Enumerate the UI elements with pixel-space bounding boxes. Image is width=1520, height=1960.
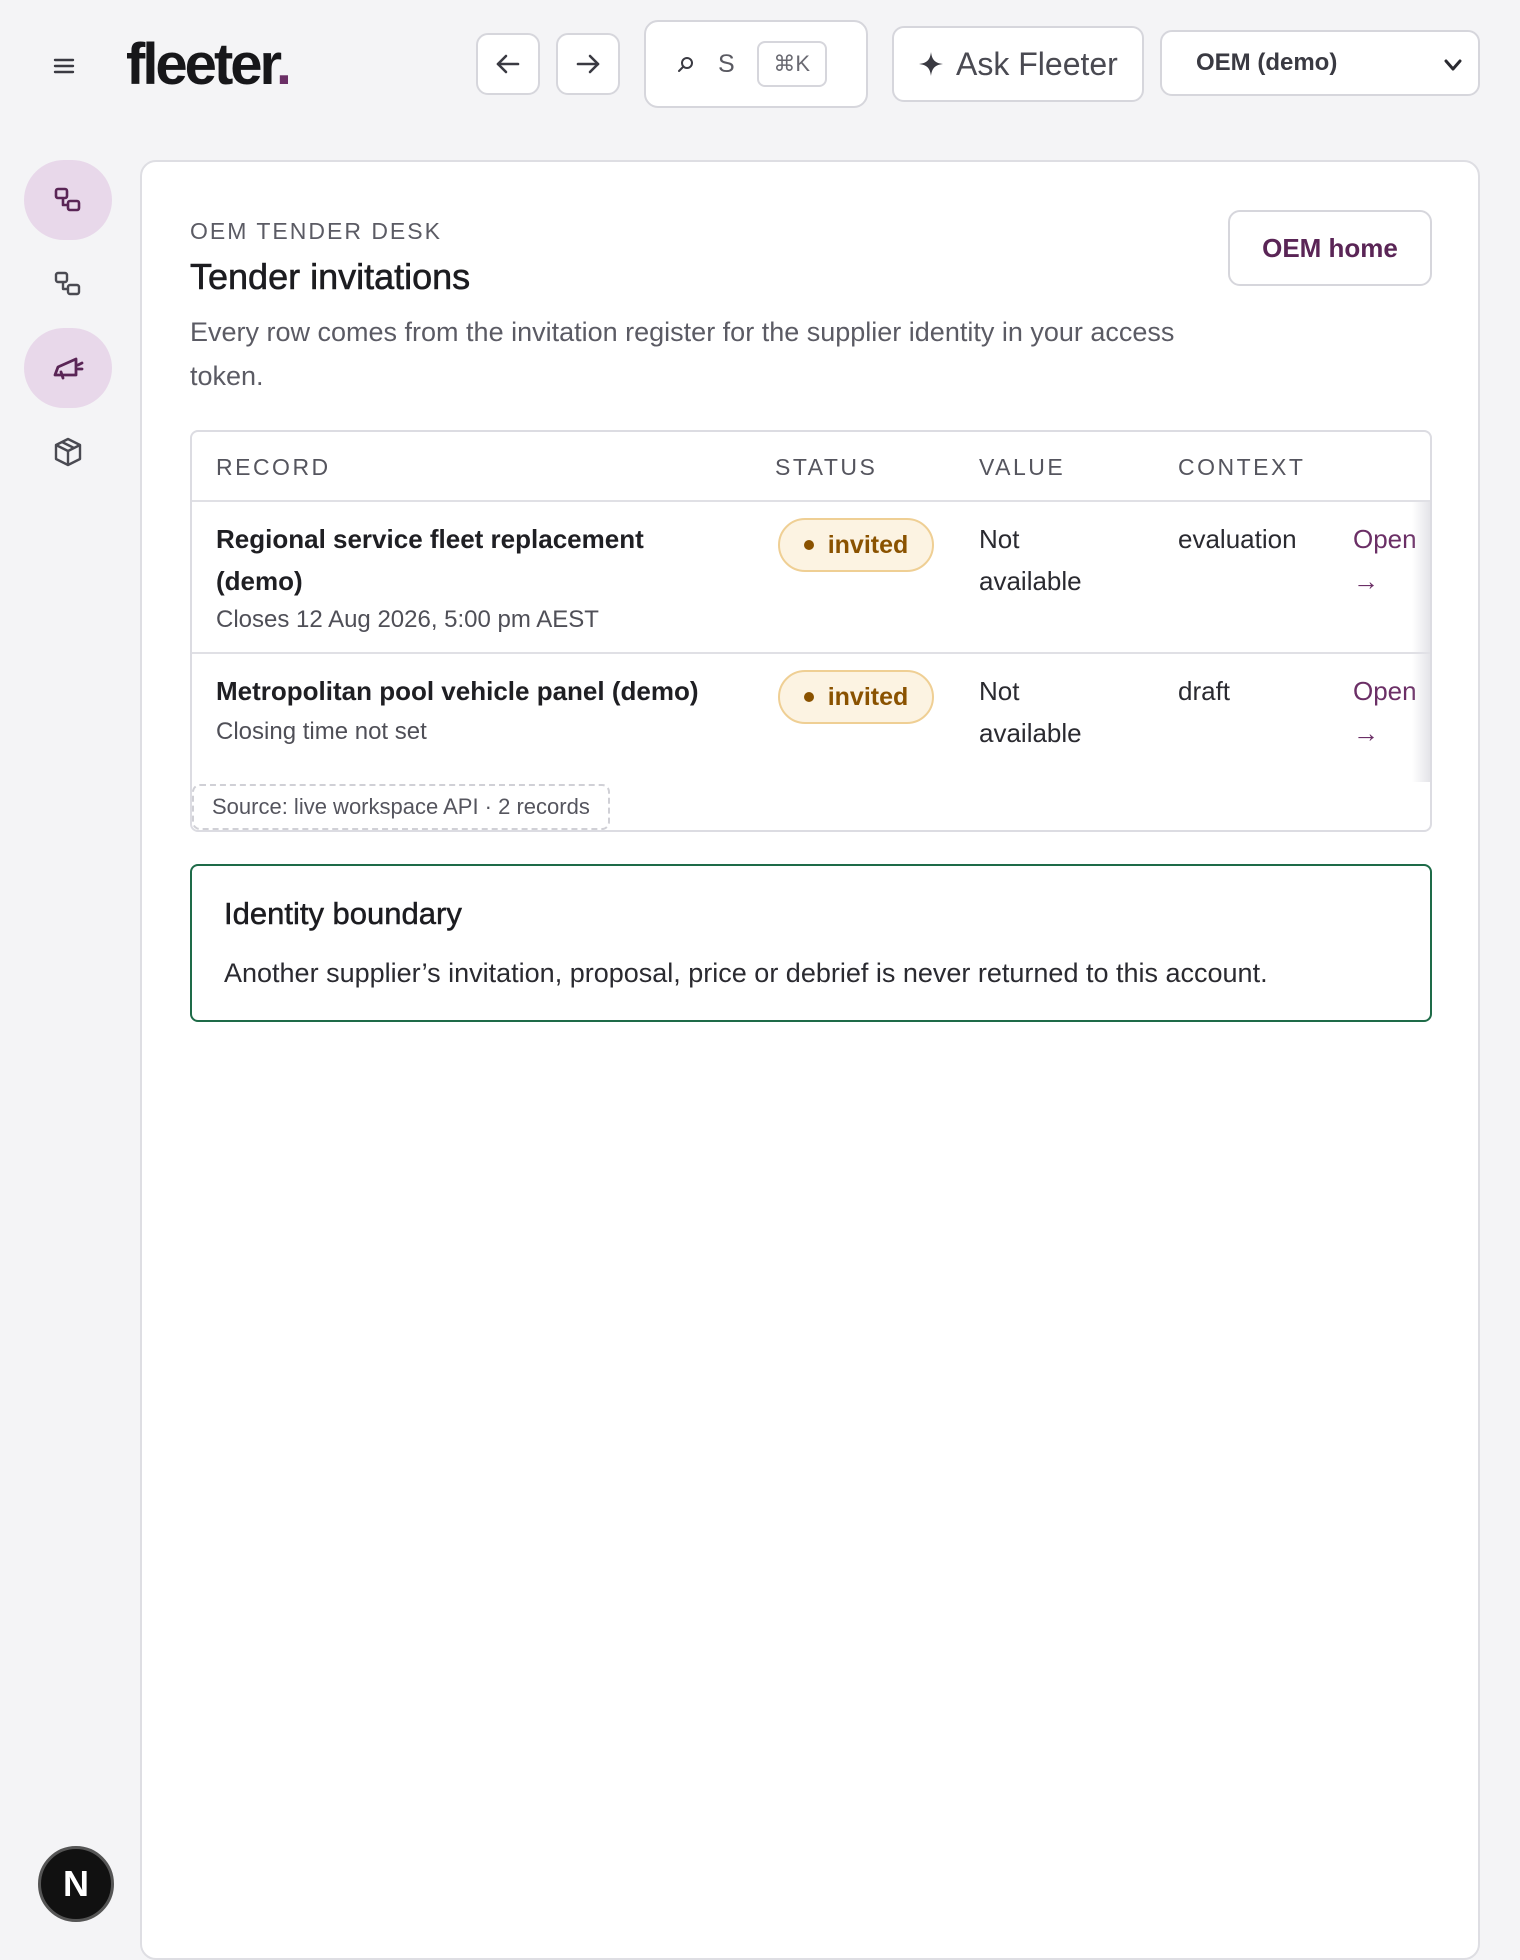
oem-home-button[interactable]: OEM home	[1228, 210, 1432, 286]
column-header-context: CONTEXT	[1178, 454, 1306, 480]
tenders-icon	[54, 187, 81, 212]
back-button[interactable]	[476, 33, 540, 95]
sparkle-icon	[919, 52, 943, 76]
megaphone-icon	[53, 357, 84, 380]
identity-boundary-notice: Identity boundary Another supplier’s inv…	[190, 864, 1432, 1022]
status-dot-icon	[803, 692, 814, 702]
record-context: draft	[1178, 676, 1231, 706]
workspace-select[interactable]: OEM (demo)	[1160, 30, 1480, 96]
record-closing-time: Closing time not set	[216, 718, 427, 745]
arrow-right-icon	[576, 54, 600, 74]
dev-badge[interactable]: N	[38, 1846, 114, 1922]
package-icon	[54, 437, 82, 467]
ask-fleeter-label: Ask Fleeter	[956, 45, 1118, 82]
rail-item-tenders-alt[interactable]	[24, 244, 112, 324]
column-header-status: STATUS	[775, 454, 878, 480]
search-shortcut: ⌘K	[756, 41, 827, 87]
record-title: Metropolitan pool vehicle panel (demo)	[216, 676, 699, 706]
rail-item-catalogue[interactable]	[24, 412, 112, 492]
ask-fleeter-button[interactable]: Ask Fleeter	[892, 26, 1144, 102]
rail-item-tenders[interactable]	[24, 160, 112, 240]
arrow-left-icon	[496, 54, 520, 74]
status-dot-icon	[803, 540, 814, 550]
main-panel: OEM TENDER DESK Tender invitations Every…	[140, 160, 1480, 1960]
tenders-alt-icon	[54, 271, 81, 296]
column-header-record: RECORD	[216, 454, 331, 480]
notice-text: Another supplier’s invitation, proposal,…	[224, 958, 1268, 988]
chevron-down-icon	[1444, 59, 1462, 71]
brand-logo[interactable]: fleeter.	[126, 30, 292, 100]
record-title: Regional service fleet replacement (demo…	[216, 524, 644, 596]
menu-icon[interactable]	[46, 48, 82, 84]
status-badge: invited	[778, 670, 934, 724]
top-bar: fleeter. S ⌘K Ask Fleeter OEM (demo)	[0, 0, 1520, 130]
scroll-shadow	[1412, 502, 1430, 782]
rail-item-campaigns[interactable]	[24, 328, 112, 408]
record-value: Not available	[979, 524, 1082, 596]
status-badge: invited	[778, 518, 934, 572]
source-tag: Source: live workspace API · 2 records	[192, 784, 610, 830]
notice-title: Identity boundary	[224, 896, 462, 932]
invitations-table: RECORD STATUS VALUE CONTEXT Regional ser…	[190, 430, 1432, 832]
column-header-value: VALUE	[979, 454, 1066, 480]
page-description: Every row comes from the invitation regi…	[190, 317, 1175, 391]
page-title: Tender invitations	[190, 256, 471, 298]
search-label: S	[718, 49, 735, 78]
forward-button[interactable]	[556, 33, 620, 95]
record-context: evaluation	[1178, 524, 1297, 554]
section-eyebrow: OEM TENDER DESK	[190, 218, 442, 244]
record-closing-time: Closes 12 Aug 2026, 5:00 pm AEST	[216, 606, 599, 633]
table-row: Metropolitan pool vehicle panel (demo) C…	[192, 654, 1430, 784]
search-icon	[676, 54, 696, 74]
workspace-select-value: OEM (demo)	[1196, 49, 1338, 76]
search-button[interactable]: S ⌘K	[644, 20, 868, 108]
table-header: RECORD STATUS VALUE CONTEXT	[192, 432, 1430, 502]
table-row: Regional service fleet replacement (demo…	[192, 502, 1430, 654]
record-value: Not available	[979, 676, 1082, 748]
